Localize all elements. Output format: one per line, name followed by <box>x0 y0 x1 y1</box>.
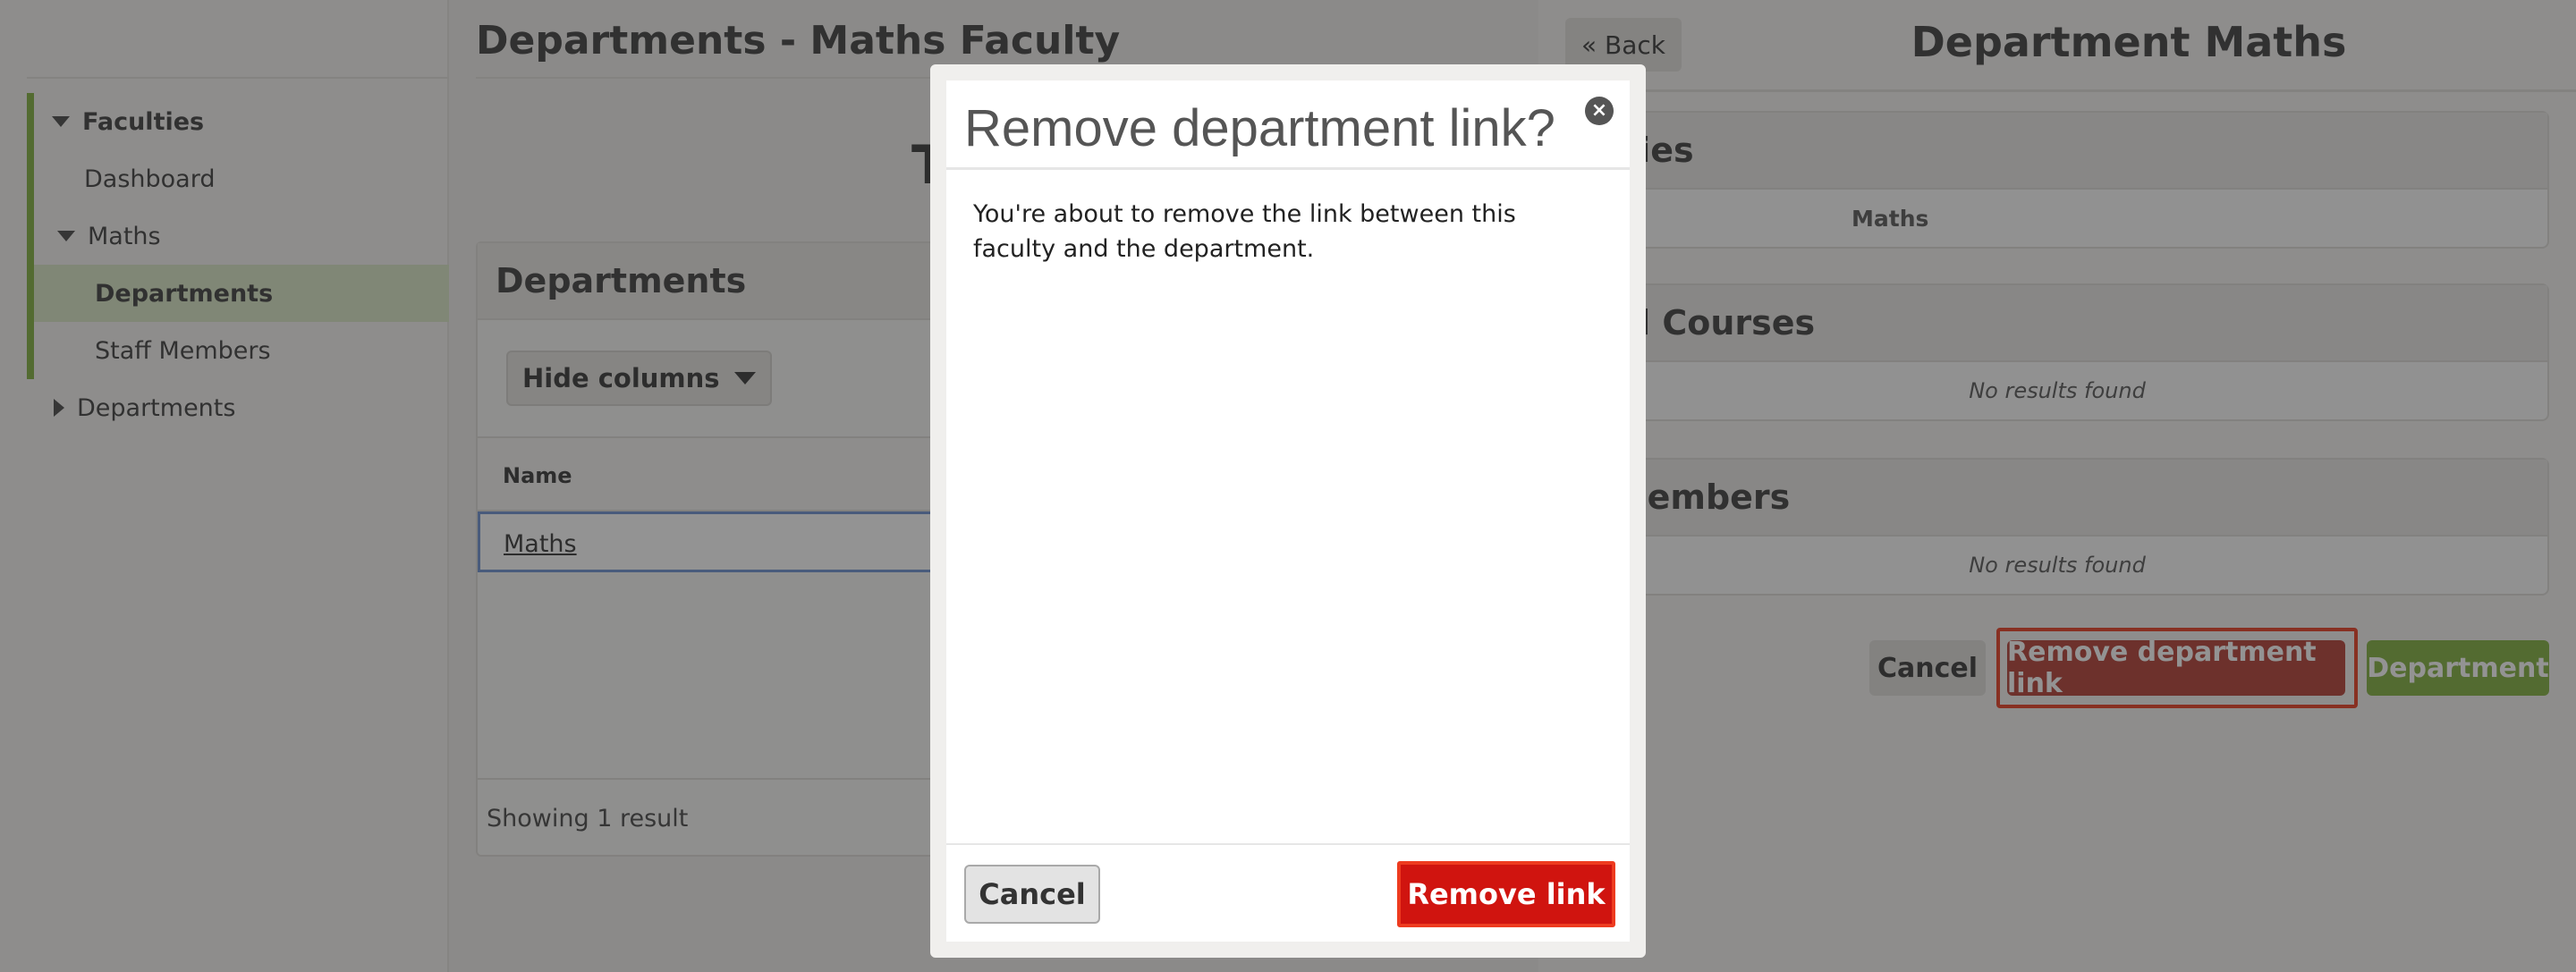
close-icon[interactable]: × <box>1585 97 1614 125</box>
dialog-footer: Cancel Remove link <box>946 843 1630 942</box>
dialog-message: You're about to remove the link between … <box>973 200 1516 263</box>
remove-link-dialog: Remove department link? × You're about t… <box>930 64 1646 958</box>
remove-link-button[interactable]: Remove link <box>1397 861 1615 927</box>
dialog-cancel-button[interactable]: Cancel <box>964 865 1100 924</box>
dialog-title: Remove department link? <box>964 99 1555 157</box>
dialog-header: Remove department link? × <box>946 80 1630 170</box>
